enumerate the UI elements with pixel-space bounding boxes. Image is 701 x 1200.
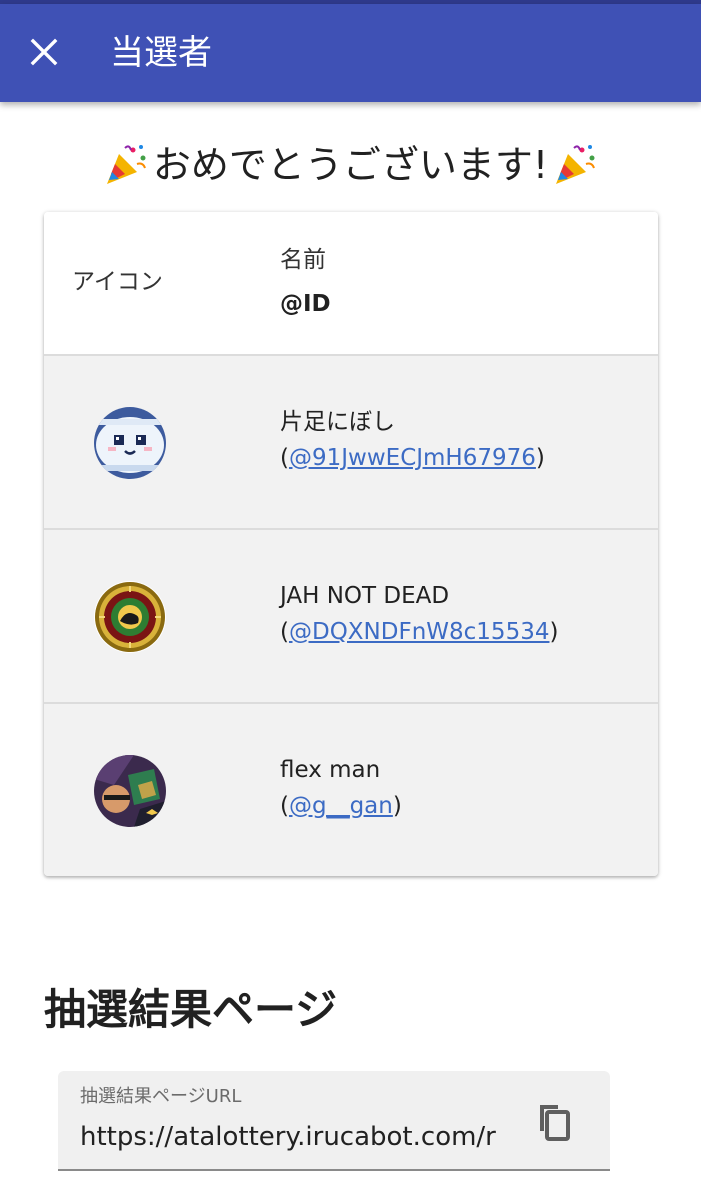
winner-name: 片足にぼし [280,409,395,435]
close-icon [30,38,58,66]
winners-table: アイコン 名前 @ID 片足にぼし (@91JwwECJmH67976) JAH… [44,212,658,876]
congrats-heading: おめでとうございます! [0,140,701,190]
page-title: 当選者 [110,33,212,73]
winner-name: flex man [280,757,381,783]
paren-open: ( [280,445,289,471]
result-url-input[interactable]: https://atalottery.irucabot.com/r [80,1119,504,1155]
winner-handle: (@91JwwECJmH67976) [280,442,545,474]
congrats-text: おめでとうございます! [152,143,549,187]
copy-button[interactable] [534,1101,574,1145]
result-url-field[interactable]: 抽選結果ページURL https://atalottery.irucabot.c… [58,1071,610,1171]
paren-close: ) [549,619,559,645]
paren-open: ( [280,793,289,819]
result-page-heading: 抽選結果ページ [44,985,338,1034]
winner-name: JAH NOT DEAD [280,583,450,609]
party-popper-icon [106,145,146,184]
close-button[interactable] [24,32,64,72]
paren-close: ) [392,793,402,819]
copy-icon [540,1105,570,1141]
comic-art-avatar [94,755,166,827]
winner-handle-link[interactable]: @DQXNDFnW8c15534 [289,619,549,645]
table-row: JAH NOT DEAD (@DQXNDFnW8c15534) [44,530,658,704]
result-url-label: 抽選結果ページURL [80,1086,242,1107]
lion-emblem-avatar [94,581,166,653]
winner-handle-link[interactable]: @g__gan [289,793,393,819]
table-row: flex man (@g__gan) [44,704,658,876]
table-row: 片足にぼし (@91JwwECJmH67976) [44,356,658,530]
column-header-icon: アイコン [72,269,163,295]
winner-handle: (@DQXNDFnW8c15534) [280,616,558,648]
white-blob-face-avatar [94,407,166,479]
winner-handle: (@g__gan) [280,790,402,822]
column-header-id: @ID [280,291,331,317]
column-header-name: 名前 [280,247,326,273]
party-popper-icon [556,145,596,184]
table-header: アイコン 名前 @ID [44,212,658,356]
winner-handle-link[interactable]: @91JwwECJmH67976 [289,445,536,471]
paren-open: ( [280,619,289,645]
app-bar: 当選者 [0,4,701,102]
paren-close: ) [535,445,545,471]
